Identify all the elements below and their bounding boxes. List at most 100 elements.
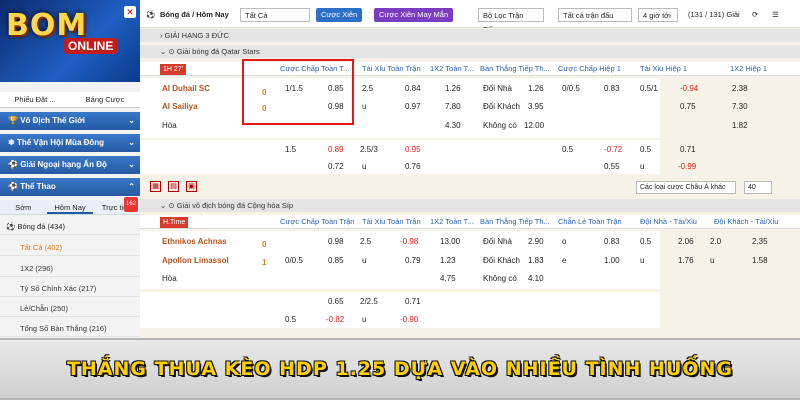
odds-cell[interactable]: 0.79 <box>405 254 421 267</box>
brand-logo[interactable]: BOM ONLINE ✕ <box>0 0 140 82</box>
home-team[interactable]: Al Duhail SC <box>162 82 210 95</box>
odds-cell: Không có <box>483 274 517 283</box>
match-odds-bg <box>140 78 660 138</box>
lucky-parlay-button[interactable]: Cược Xiên May Mắn <box>374 8 454 22</box>
odds-cell[interactable]: 0.89 <box>328 143 344 156</box>
odds-cell[interactable]: 0.85 <box>328 254 344 267</box>
subtab-live[interactable]: Trực tiếp 162 <box>93 197 140 214</box>
odds-cell[interactable]: -0.90 <box>400 313 418 326</box>
odds-cell[interactable]: 0.71 <box>405 295 421 308</box>
sidebar-item-correct-score[interactable]: Tỷ Số Chính Xác (217) <box>0 280 140 297</box>
calendar-icon[interactable]: ▣ <box>186 181 197 192</box>
live-count-badge: 162 <box>124 197 139 212</box>
alt-odds-bg <box>140 140 660 174</box>
sidebar-item-total-goals[interactable]: Tổng Số Bàn Thắng (216) <box>0 320 140 337</box>
odds-cell[interactable]: 0.83 <box>604 82 620 95</box>
away-team[interactable]: Apollon Limassol <box>162 254 229 267</box>
odds-cell[interactable]: 4.30 <box>445 119 461 132</box>
odds-cell[interactable]: 13.00 <box>440 235 460 248</box>
halftime-badge: H.Time <box>160 217 189 228</box>
draw-label: Hòa <box>162 274 177 283</box>
odds-cell[interactable]: 2.38 <box>732 82 748 95</box>
sidebar-item-all[interactable]: Tất Cả (402) <box>0 239 140 256</box>
football-icon: ⚽ <box>6 222 18 231</box>
league-header-cyprus[interactable]: ⌄ ⊙ Giải vô địch bóng đá Cộng hòa Síp <box>140 199 800 212</box>
odds-cell[interactable]: 4.10 <box>528 272 544 285</box>
subtab-today[interactable]: Hôm Nay <box>46 200 94 214</box>
odds-cell[interactable]: -0.98 <box>400 235 418 248</box>
chevron-down-icon: ⌄ <box>128 116 135 125</box>
odds-cell[interactable]: 0.98 <box>328 235 344 248</box>
odds-cell[interactable]: 0.72 <box>328 160 344 173</box>
banner-title: THẮNG THUA KÈO HDP 1.25 DỰA VÀO NHIỀU TÌ… <box>66 358 734 380</box>
col-1x2-h1: 1X2 Hiệp 1 <box>730 64 768 73</box>
odds-cell[interactable]: -0.72 <box>604 143 622 156</box>
odds-cell[interactable]: 1.58 <box>752 254 768 267</box>
sidebar-section-world-cup[interactable]: 🏆 Vô Địch Thế Giới ⌄ <box>0 112 140 130</box>
subtab-early[interactable]: Sớm <box>0 200 47 214</box>
odds-cell[interactable]: 0.76 <box>405 160 421 173</box>
odds-cell[interactable]: 1.82 <box>732 119 748 132</box>
market-filter-select[interactable]: Tất Cả <box>240 8 310 22</box>
odds-cell[interactable]: 1.76 <box>678 254 694 267</box>
odds-cell[interactable]: 1.26 <box>445 82 461 95</box>
sidebar-section-sports[interactable]: ⚽ Thể Thao ⌃ <box>0 178 140 196</box>
match-filter-select[interactable]: Bộ Lọc Trận Đấu <box>478 8 544 34</box>
time-range-select[interactable]: 4 giờ tới <box>638 8 678 22</box>
tab-bet-list[interactable]: Bảng Cược <box>70 92 140 107</box>
table-icon[interactable]: ▤ <box>168 181 179 192</box>
sidebar-item-odd-even[interactable]: Lẻ/Chẵn (250) <box>0 300 140 317</box>
sidebar-section-india-league[interactable]: ⚽ Giải Ngoại hạng Ấn Độ ⌄ <box>0 156 140 174</box>
away-team[interactable]: Al Sailiya <box>162 100 198 113</box>
odds-cell[interactable]: 0.65 <box>328 295 344 308</box>
sidebar-section-winter-olympics[interactable]: ❄ Thế Vận Hội Mùa Đông ⌄ <box>0 134 140 152</box>
all-matches-select[interactable]: Tất cả trận đấu <box>558 8 632 22</box>
close-icon[interactable]: ✕ <box>124 6 136 18</box>
odds-cell[interactable]: 1.00 <box>604 254 620 267</box>
odds-cell[interactable]: 2.90 <box>528 235 544 248</box>
league-count: (131 / 131) Giải <box>688 10 740 19</box>
col-odd-even: Chẵn Lẻ Toàn Trận <box>558 217 622 226</box>
odds-cell[interactable]: 0.84 <box>405 82 421 95</box>
tab-bet-slip[interactable]: Phiếu Đặt ... <box>0 92 70 107</box>
odds-cell[interactable]: 2.35 <box>752 235 768 248</box>
odds-cell[interactable]: 0.95 <box>405 143 421 156</box>
odds-cell[interactable]: -0.99 <box>678 160 696 173</box>
odds-cell[interactable]: 0.71 <box>680 143 696 156</box>
odds-cell[interactable]: 0.83 <box>604 235 620 248</box>
odds-cell: Đối Nhà <box>483 84 512 93</box>
odds-cell[interactable]: 0.75 <box>680 100 696 113</box>
odds-cell[interactable]: 0.97 <box>405 100 421 113</box>
odds-cell[interactable]: 1.23 <box>440 254 456 267</box>
snowflake-icon: ❄ <box>8 138 17 147</box>
page-size-select[interactable]: 40 <box>744 181 772 194</box>
league-header-top[interactable]: › GIẢI HẠNG 3 ĐỨC <box>140 29 800 42</box>
odds-cell[interactable]: -0.82 <box>326 313 344 326</box>
home-team[interactable]: Ethnikos Achnas <box>162 235 227 248</box>
odds-cell: u <box>362 256 367 265</box>
odds-cell[interactable]: 2.06 <box>678 235 694 248</box>
odds-cell: 0.5 <box>640 237 652 246</box>
odds-cell: u <box>362 102 367 111</box>
odds-cell[interactable]: 4.75 <box>440 272 456 285</box>
sidebar-item-1x2[interactable]: 1X2 (296) <box>0 260 140 277</box>
odds-cell[interactable]: 12.00 <box>524 119 544 132</box>
sync-icon[interactable]: ⟳ <box>752 8 758 22</box>
odds-cell[interactable]: 1.26 <box>528 82 544 95</box>
odds-cell[interactable]: 1.83 <box>528 254 544 267</box>
stats-icon[interactable]: ▦ <box>150 181 161 192</box>
flag-icon: ⊙ <box>168 47 177 56</box>
list-icon[interactable]: ☰ <box>772 8 779 22</box>
odds-cell[interactable]: -0.94 <box>680 82 698 95</box>
odds-cell[interactable]: 0.55 <box>604 160 620 173</box>
odds-cell[interactable]: 7.80 <box>445 100 461 113</box>
trophy-icon: 🏆 <box>8 116 21 125</box>
parlay-button[interactable]: Cược Xiên <box>316 8 363 22</box>
league-header-qatar[interactable]: ⌄ ⊙ Giải bóng đá Qatar Stars <box>140 45 800 58</box>
bet-type-select[interactable]: Các loại cược Châu Á khác <box>636 181 736 194</box>
odds-cell[interactable]: 3.95 <box>528 100 544 113</box>
sports-subtabs: Sớm Hôm Nay Trực tiếp 162 <box>0 197 140 215</box>
odds-cell: o <box>562 237 567 246</box>
sidebar-item-football[interactable]: ⚽ Bóng đá (434) <box>0 218 140 235</box>
odds-cell[interactable]: 7.30 <box>732 100 748 113</box>
